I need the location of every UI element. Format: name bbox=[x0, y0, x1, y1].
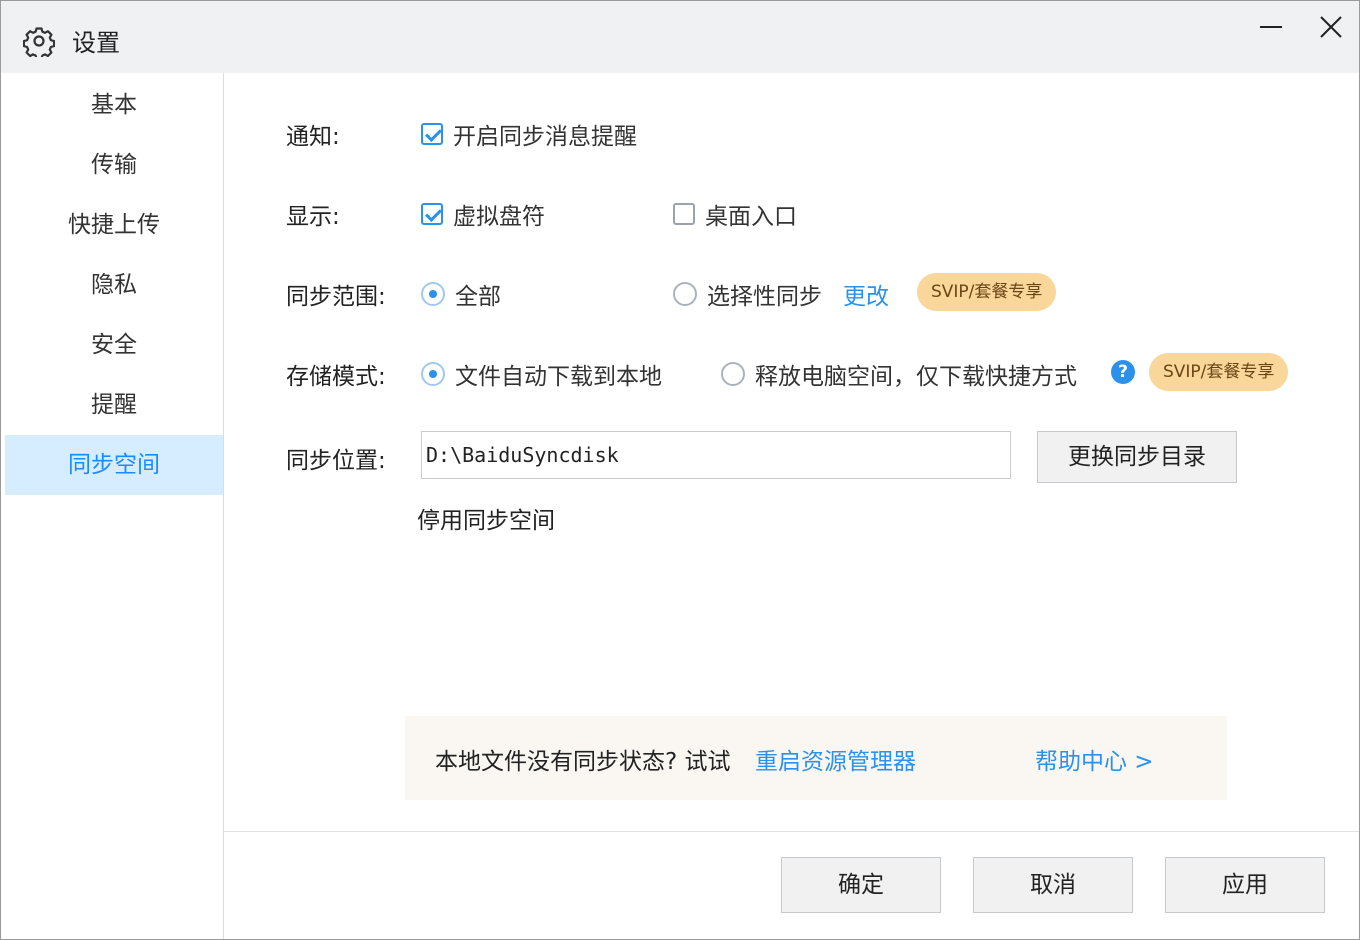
sync-location-label: 同步位置: bbox=[286, 448, 386, 474]
apply-button[interactable]: 应用 bbox=[1165, 857, 1325, 913]
window-title: 设置 bbox=[72, 29, 120, 57]
checkbox-checked-icon bbox=[421, 203, 443, 225]
sidebar-item-transfer[interactable]: 传输 bbox=[5, 135, 223, 195]
sync-range-label: 同步范围: bbox=[286, 284, 386, 310]
sidebar-item-privacy[interactable]: 隐私 bbox=[5, 255, 223, 315]
sync-range-selective-radio[interactable]: 选择性同步 bbox=[673, 277, 822, 311]
radio-selected-icon bbox=[421, 282, 445, 306]
sidebar-item-security[interactable]: 安全 bbox=[5, 315, 223, 375]
settings-window: 设置 基本 传输 快捷上传 隐私 安全 提醒 同步空间 通知: 开启同步消息提醒… bbox=[0, 0, 1360, 940]
display-label: 显示: bbox=[286, 204, 340, 230]
sidebar-item-basic[interactable]: 基本 bbox=[5, 75, 223, 135]
minimize-button[interactable] bbox=[1249, 9, 1293, 45]
cancel-button[interactable]: 取消 bbox=[973, 857, 1133, 913]
sidebar-item-sync-space[interactable]: 同步空间 bbox=[5, 435, 223, 495]
close-button[interactable] bbox=[1309, 9, 1353, 45]
svip-badge: SVIP/套餐专享 bbox=[1149, 353, 1289, 391]
restart-explorer-link[interactable]: 重启资源管理器 bbox=[755, 742, 916, 776]
title-bar: 设置 bbox=[1, 1, 1359, 73]
svip-badge: SVIP/套餐专享 bbox=[917, 273, 1057, 311]
tip-box: 本地文件没有同步状态? 试试 重启资源管理器 帮助中心 > bbox=[405, 716, 1227, 800]
notify-label: 通知: bbox=[286, 124, 340, 150]
desktop-entry-label: 桌面入口 bbox=[705, 204, 797, 230]
question-circle-icon[interactable]: ? bbox=[1111, 360, 1135, 384]
checkbox-checked-icon bbox=[421, 123, 443, 145]
radio-unselected-icon bbox=[721, 362, 745, 386]
sidebar-item-reminder[interactable]: 提醒 bbox=[5, 375, 223, 435]
storage-download-radio[interactable]: 文件自动下载到本地 bbox=[421, 357, 662, 391]
change-sync-range-link[interactable]: 更改 bbox=[843, 277, 889, 311]
settings-sidebar: 基本 传输 快捷上传 隐私 安全 提醒 同步空间 bbox=[1, 73, 224, 939]
sync-range-all-label: 全部 bbox=[455, 284, 501, 310]
checkbox-unchecked-icon bbox=[673, 203, 695, 225]
sync-notify-checkbox[interactable]: 开启同步消息提醒 bbox=[421, 117, 637, 151]
ok-button[interactable]: 确定 bbox=[781, 857, 941, 913]
storage-mode-label: 存储模式: bbox=[286, 364, 386, 390]
change-sync-dir-button[interactable]: 更换同步目录 bbox=[1037, 431, 1237, 483]
virtual-drive-label: 虚拟盘符 bbox=[453, 204, 545, 230]
sync-path-input[interactable] bbox=[421, 431, 1011, 479]
sync-range-all-radio[interactable]: 全部 bbox=[421, 277, 501, 311]
minimize-icon bbox=[1260, 26, 1282, 28]
sync-notify-label: 开启同步消息提醒 bbox=[453, 124, 637, 150]
sidebar-item-quick-upload[interactable]: 快捷上传 bbox=[5, 195, 223, 255]
desktop-entry-checkbox[interactable]: 桌面入口 bbox=[673, 197, 797, 231]
virtual-drive-checkbox[interactable]: 虚拟盘符 bbox=[421, 197, 545, 231]
close-icon bbox=[1320, 16, 1342, 38]
storage-download-label: 文件自动下载到本地 bbox=[455, 364, 662, 390]
radio-unselected-icon bbox=[673, 282, 697, 306]
radio-selected-icon bbox=[421, 362, 445, 386]
sync-range-selective-label: 选择性同步 bbox=[707, 284, 822, 310]
storage-free-space-label: 释放电脑空间，仅下载快捷方式 bbox=[755, 364, 1077, 390]
gear-icon bbox=[23, 27, 55, 57]
footer-divider bbox=[224, 831, 1359, 832]
disable-sync-space-link[interactable]: 停用同步空间 bbox=[417, 501, 555, 535]
tip-text: 本地文件没有同步状态? 试试 bbox=[435, 749, 731, 775]
storage-free-space-radio[interactable]: 释放电脑空间，仅下载快捷方式 bbox=[721, 357, 1077, 391]
settings-content: 通知: 开启同步消息提醒 显示: 虚拟盘符 桌面入口 同步范围: 全部 选择性同… bbox=[224, 73, 1359, 939]
help-center-link[interactable]: 帮助中心 > bbox=[1035, 742, 1154, 776]
